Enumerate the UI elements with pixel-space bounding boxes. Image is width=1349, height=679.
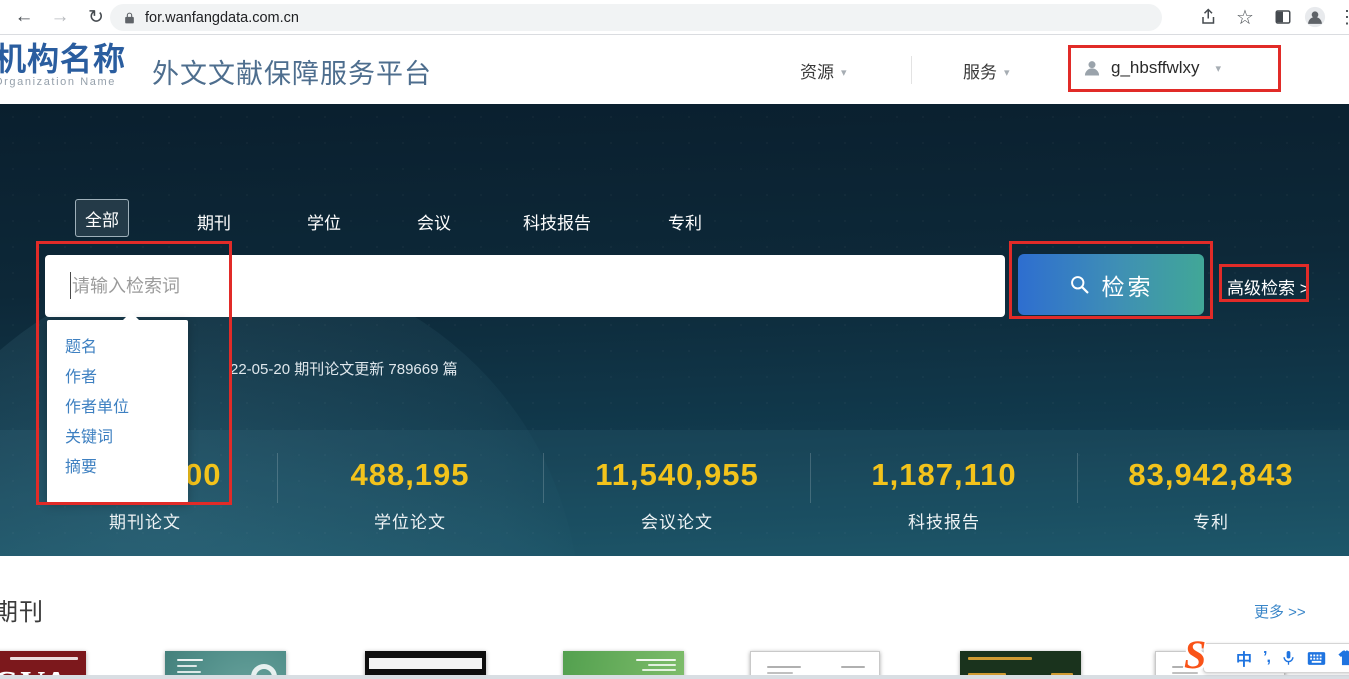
cover-text-bar bbox=[177, 671, 201, 673]
stat-value-journal-papers: 00 bbox=[185, 457, 221, 493]
organization-logo-en: Organization Name bbox=[0, 76, 126, 88]
stat-divider bbox=[543, 453, 544, 503]
tab-conferences[interactable]: 会议 bbox=[417, 209, 451, 234]
ime-language-toggle[interactable]: 中 bbox=[1236, 646, 1252, 670]
cover-text-bar bbox=[177, 665, 197, 667]
cover-text-bar bbox=[767, 672, 793, 674]
cover-text-bar bbox=[767, 666, 801, 668]
stat-value-conference-papers: 11,540,955 bbox=[577, 457, 777, 493]
cover-text-bar bbox=[177, 659, 203, 661]
cover-text-bar bbox=[648, 664, 676, 666]
address-bar[interactable]: for.wanfangdata.com.cn bbox=[110, 4, 1162, 31]
dropdown-option-keywords[interactable]: 关键词 bbox=[47, 423, 188, 453]
search-bar bbox=[45, 255, 1005, 317]
bottom-edge-strip bbox=[0, 675, 1349, 679]
cover-text-bar bbox=[841, 666, 865, 668]
stat-value-patents: 83,942,843 bbox=[1111, 457, 1311, 493]
ime-keyboard-icon[interactable] bbox=[1307, 651, 1326, 666]
cover-text-bar bbox=[642, 669, 676, 671]
search-button[interactable]: 检索 bbox=[1018, 254, 1204, 315]
advanced-search-link[interactable]: 高级检索 > bbox=[1227, 274, 1310, 299]
stat-value-tech-reports: 1,187,110 bbox=[844, 457, 1044, 493]
nav-resources[interactable]: 资源▾ bbox=[800, 58, 847, 83]
chevron-down-icon: ▾ bbox=[841, 67, 847, 79]
browser-profile-avatar[interactable] bbox=[1302, 4, 1328, 30]
cover-text-bar bbox=[968, 657, 1032, 660]
update-notice: 22-05-20 期刊论文更新 789669 篇 bbox=[230, 358, 458, 379]
tab-tech-reports[interactable]: 科技报告 bbox=[523, 209, 591, 234]
nav-services[interactable]: 服务▾ bbox=[963, 58, 1010, 83]
journals-section-title: 期刊 bbox=[0, 592, 44, 627]
cover-header-strip bbox=[369, 658, 482, 669]
username-text: g_hbsffwlxy bbox=[1111, 58, 1200, 78]
chevron-down-icon: ▾ bbox=[1004, 67, 1010, 79]
dropdown-option-affiliation[interactable]: 作者单位 bbox=[47, 393, 188, 423]
text-cursor bbox=[70, 272, 71, 299]
organization-logo-cn: 机构名称 bbox=[0, 42, 126, 76]
cover-text-bar bbox=[636, 659, 676, 661]
stat-divider bbox=[1077, 453, 1078, 503]
back-button[interactable]: ← bbox=[10, 3, 38, 31]
stat-label-tech-reports: 科技报告 bbox=[844, 508, 1044, 533]
browser-window: ← → ↻ for.wanfangdata.com.cn ☆ bbox=[0, 0, 1349, 679]
page-title: 外文文献保障服务平台 bbox=[152, 52, 432, 91]
user-icon bbox=[1082, 58, 1102, 78]
stats-band bbox=[0, 430, 1349, 556]
stat-label-dissertations: 学位论文 bbox=[310, 508, 510, 533]
dropdown-option-title[interactable]: 题名 bbox=[47, 333, 188, 363]
site-header: 机构名称 Organization Name 外文文献保障服务平台 资源▾ 服务… bbox=[0, 36, 1349, 104]
search-field-dropdown: 题名 作者 作者单位 关键词 摘要 bbox=[47, 320, 188, 503]
ime-voice-icon[interactable] bbox=[1281, 650, 1296, 667]
search-button-label: 检索 bbox=[1102, 268, 1154, 302]
header-divider bbox=[911, 56, 912, 84]
bookmark-star-icon[interactable]: ☆ bbox=[1232, 4, 1258, 30]
reload-button[interactable]: ↻ bbox=[82, 3, 110, 31]
stat-label-conference-papers: 会议论文 bbox=[577, 508, 777, 533]
cover-text-bar bbox=[10, 657, 78, 660]
share-icon[interactable] bbox=[1196, 4, 1222, 30]
dropdown-option-author[interactable]: 作者 bbox=[47, 363, 188, 393]
organization-logo[interactable]: 机构名称 Organization Name bbox=[0, 42, 126, 88]
forward-button[interactable]: → bbox=[46, 3, 74, 31]
tab-journals[interactable]: 期刊 bbox=[197, 209, 231, 234]
stat-label-patents: 专利 bbox=[1111, 508, 1311, 533]
search-input[interactable] bbox=[45, 255, 1005, 317]
journals-more-link[interactable]: 更多 >> bbox=[1254, 601, 1306, 622]
user-account-menu[interactable]: g_hbsffwlxy ▾ bbox=[1082, 58, 1221, 78]
dropdown-option-abstract[interactable]: 摘要 bbox=[47, 453, 188, 483]
ime-punctuation-toggle[interactable]: ’, bbox=[1263, 649, 1270, 667]
tab-degrees[interactable]: 学位 bbox=[307, 209, 341, 234]
stat-label-journal-papers: 期刊论文 bbox=[45, 508, 245, 533]
search-icon bbox=[1069, 274, 1090, 295]
stat-divider bbox=[810, 453, 811, 503]
browser-menu-icon[interactable]: ⋮ bbox=[1334, 4, 1349, 30]
stat-divider bbox=[277, 453, 278, 503]
browser-toolbar: ← → ↻ for.wanfangdata.com.cn ☆ bbox=[0, 0, 1349, 35]
tab-all[interactable]: 全部 bbox=[75, 199, 129, 237]
stat-value-dissertations: 488,195 bbox=[310, 457, 510, 493]
chevron-down-icon: ▾ bbox=[1216, 62, 1222, 75]
ime-skin-icon[interactable] bbox=[1337, 650, 1349, 666]
tab-patents[interactable]: 专利 bbox=[668, 209, 702, 234]
side-panel-icon[interactable] bbox=[1270, 4, 1296, 30]
url-text: for.wanfangdata.com.cn bbox=[145, 10, 299, 26]
sogou-logo-icon[interactable]: S bbox=[1184, 634, 1206, 676]
hero-banner: 全部 期刊 学位 会议 科技报告 专利 检索 高级检索 > 22-05-20 期… bbox=[0, 104, 1349, 556]
ime-toolbar: S 中 ’, bbox=[1203, 643, 1349, 673]
lock-icon bbox=[123, 11, 136, 25]
